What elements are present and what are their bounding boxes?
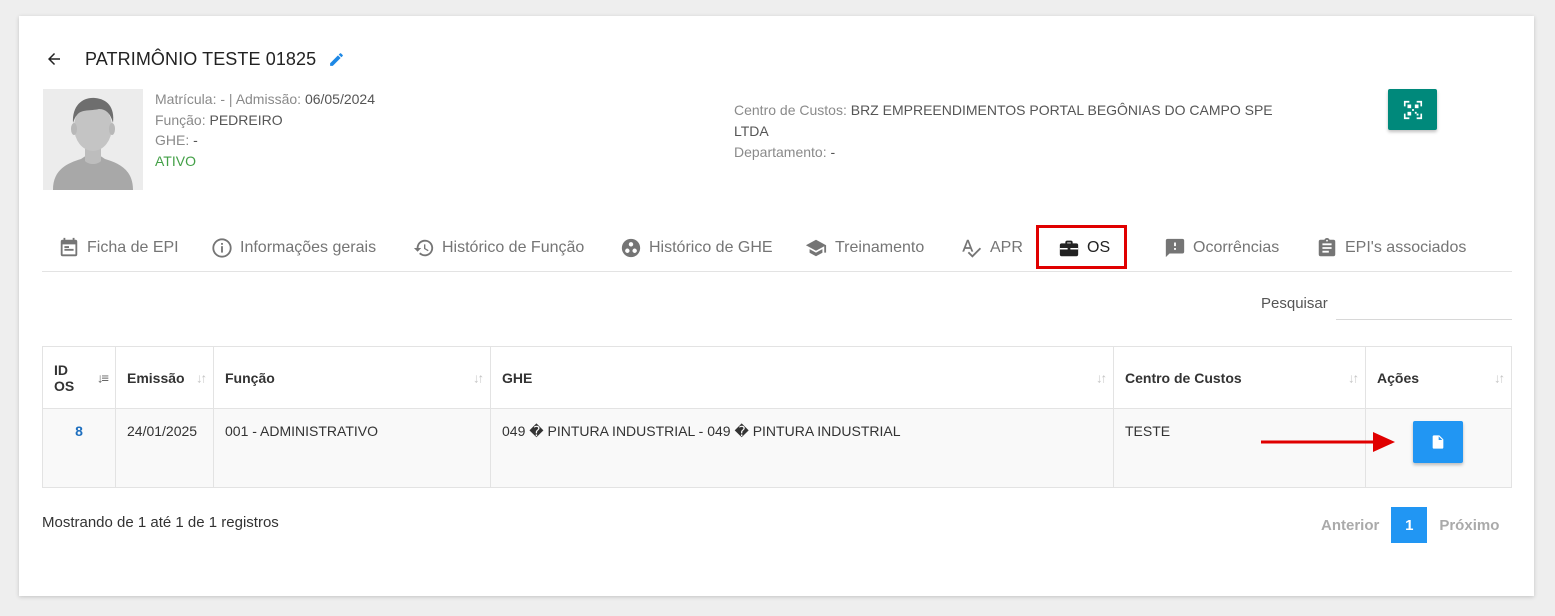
- search-input[interactable]: [1336, 286, 1512, 320]
- sort-icon: ↓↑: [1348, 370, 1359, 385]
- centro-line: Centro de Custos: BRZ EMPREENDIMENTOS PO…: [734, 100, 1274, 142]
- funcao-line: Função: PEDREIRO: [155, 110, 375, 131]
- status-line: ATIVO: [155, 151, 375, 172]
- calendar-icon: [60, 237, 78, 257]
- column-header-id-os[interactable]: ID OS ↓≡: [42, 346, 116, 409]
- column-id-line1: ID: [54, 361, 68, 378]
- table-header-row: ID OS ↓≡ Emissão ↓↑ Função ↓↑ GHE ↓↑ Cen…: [42, 346, 1512, 409]
- cost-center-info: Centro de Custos: BRZ EMPREENDIMENTOS PO…: [734, 100, 1274, 163]
- tab-label: Histórico de Função: [442, 239, 585, 256]
- sort-icon: ↓↑: [196, 370, 207, 385]
- tab-label: Histórico de GHE: [649, 239, 773, 256]
- departamento-value: -: [830, 144, 836, 160]
- group-icon: [621, 238, 641, 258]
- cell-emissao: 24/01/2025: [115, 408, 214, 488]
- sort-icon: ↓↑: [1494, 370, 1505, 385]
- pagination-next[interactable]: Próximo: [1427, 517, 1511, 534]
- os-table: ID OS ↓≡ Emissão ↓↑ Função ↓↑ GHE ↓↑ Cen…: [42, 346, 1512, 488]
- sort-icon: ↓↑: [1096, 370, 1107, 385]
- employee-info: Matrícula: - | Admissão: 06/05/2024 Funç…: [155, 89, 375, 171]
- search-label: Pesquisar: [1261, 295, 1328, 312]
- admissao-label: Admissão:: [235, 91, 302, 107]
- report-icon: [1165, 238, 1185, 258]
- history-icon: [413, 239, 434, 257]
- sort-icon: ↓↑: [473, 370, 484, 385]
- pagination: Anterior 1 Próximo: [1309, 507, 1511, 543]
- spellcheck-icon: [962, 239, 982, 258]
- tab-label: APR: [990, 239, 1023, 256]
- edit-pencil-icon[interactable]: [328, 50, 346, 68]
- back-arrow-icon[interactable]: [43, 48, 65, 70]
- tab-ocorrencias[interactable]: Ocorrências: [1164, 226, 1279, 270]
- tab-label: EPI's associados: [1345, 239, 1467, 256]
- departamento-line: Departamento: -: [734, 142, 1274, 163]
- ghe-line: GHE: -: [155, 130, 375, 151]
- column-header-funcao[interactable]: Função ↓↑: [213, 346, 491, 409]
- column-header-acoes[interactable]: Ações ↓↑: [1365, 346, 1512, 409]
- status-badge: ATIVO: [155, 152, 196, 169]
- page-title: PATRIMÔNIO TESTE 01825: [85, 48, 317, 69]
- column-label: Ações: [1377, 369, 1420, 386]
- ghe-label: GHE:: [155, 132, 190, 148]
- column-label: Função: [225, 369, 275, 386]
- document-action-button[interactable]: [1413, 421, 1463, 463]
- qr-code-icon: [1403, 100, 1422, 119]
- os-id-link[interactable]: 8: [54, 423, 104, 439]
- ghe-value: -: [193, 132, 198, 148]
- red-arrow-annotation: [1261, 432, 1395, 452]
- pagination-page-1[interactable]: 1: [1391, 507, 1428, 543]
- matricula-line: Matrícula: - | Admissão: 06/05/2024: [155, 89, 375, 110]
- page-header: PATRIMÔNIO TESTE 01825: [43, 48, 346, 70]
- pagination-prev[interactable]: Anterior: [1309, 517, 1391, 534]
- sort-desc-icon: ↓≡: [96, 370, 109, 385]
- admissao-value: 06/05/2024: [304, 91, 376, 107]
- column-label: Centro de Custos: [1125, 369, 1242, 386]
- tab-historico-funcao[interactable]: Histórico de Função: [413, 226, 584, 270]
- clipboard-icon: [1318, 237, 1336, 257]
- tab-bar: Ficha de EPI Informações gerais Históric…: [42, 226, 1512, 272]
- cell-funcao: 001 - ADMINISTRATIVO: [213, 408, 491, 488]
- column-header-centro-custos[interactable]: Centro de Custos ↓↑: [1113, 346, 1366, 409]
- column-header-ghe[interactable]: GHE ↓↑: [490, 346, 1114, 409]
- column-id-line2: OS: [54, 377, 75, 394]
- records-info: Mostrando de 1 até 1 de 1 registros: [42, 514, 279, 531]
- tab-label: Ocorrências: [1193, 239, 1280, 256]
- main-card: PATRIMÔNIO TESTE 01825 Matrícula: - | Ad…: [19, 16, 1534, 596]
- tab-apr[interactable]: APR: [959, 226, 1023, 270]
- info-icon: [212, 238, 232, 258]
- matricula-label: Matrícula:: [155, 91, 217, 107]
- tab-historico-ghe[interactable]: Histórico de GHE: [620, 226, 773, 270]
- document-icon: [1432, 435, 1444, 449]
- separator: |: [228, 91, 233, 107]
- column-header-emissao[interactable]: Emissão ↓↑: [115, 346, 214, 409]
- tab-ficha-epi[interactable]: Ficha de EPI: [58, 226, 179, 270]
- matricula-value: -: [220, 91, 226, 107]
- school-icon: [805, 239, 827, 257]
- avatar: [43, 89, 143, 190]
- centro-label: Centro de Custos:: [734, 102, 847, 118]
- funcao-label: Função:: [155, 111, 206, 128]
- column-label: GHE: [502, 369, 533, 386]
- tab-label: Ficha de EPI: [87, 239, 179, 256]
- cell-ghe: 049 � PINTURA INDUSTRIAL - 049 � PINTURA…: [490, 408, 1114, 488]
- departamento-label: Departamento:: [734, 144, 827, 160]
- tab-informacoes-gerais[interactable]: Informações gerais: [211, 226, 376, 270]
- tab-label: Informações gerais: [240, 239, 377, 256]
- cell-id: 8: [42, 408, 116, 488]
- qr-code-button[interactable]: [1388, 89, 1437, 130]
- funcao-value: PEDREIRO: [209, 111, 283, 128]
- column-label: Emissão: [127, 369, 185, 386]
- tab-label: Treinamento: [835, 239, 925, 256]
- tab-epis-associados[interactable]: EPI's associados: [1316, 226, 1466, 270]
- tab-treinamento[interactable]: Treinamento: [804, 226, 924, 270]
- highlight-box: [1036, 225, 1127, 269]
